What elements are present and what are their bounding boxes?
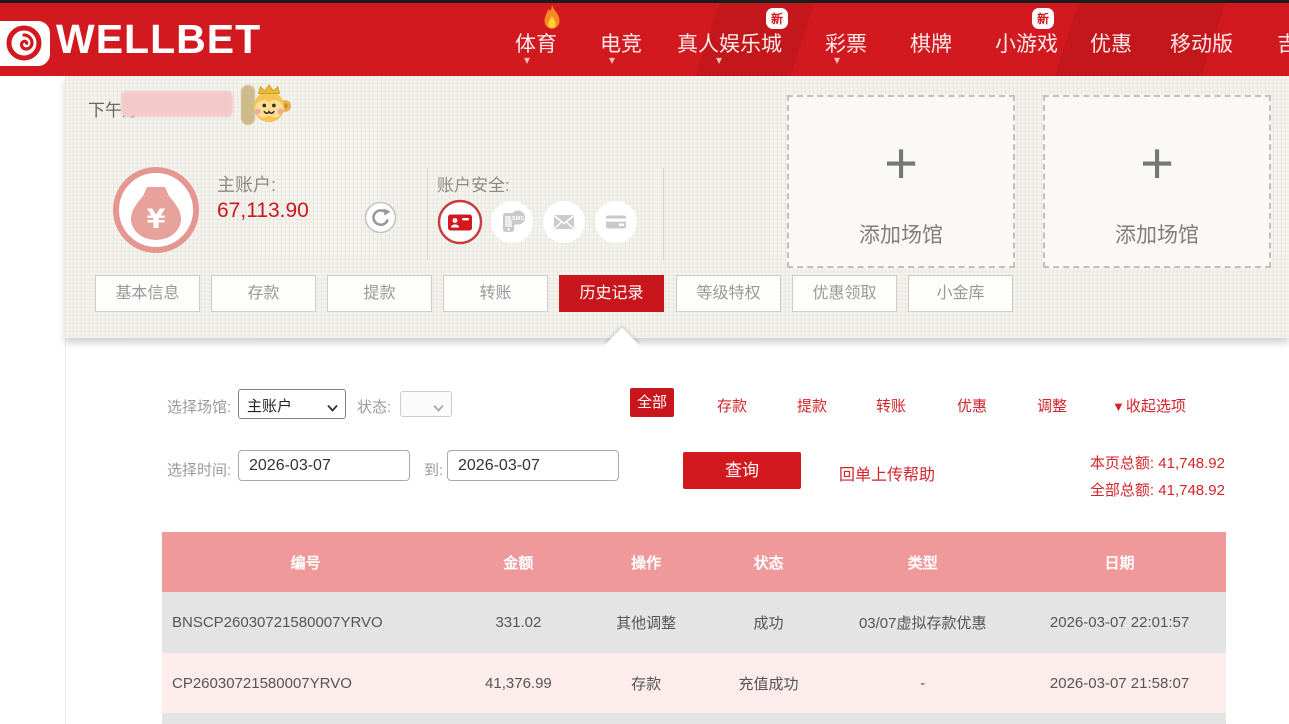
cell-status: 充值成功 <box>705 653 833 713</box>
divider <box>65 338 66 724</box>
col-header-id: 编号 <box>162 532 449 592</box>
plus-icon: + <box>789 135 1013 193</box>
col-header-type: 类型 <box>832 532 1013 592</box>
cell-type: - <box>832 653 1013 713</box>
venue-select[interactable]: 主账户 <box>238 389 346 419</box>
brand-wordmark[interactable]: WELLBET <box>56 16 261 63</box>
tab-deposit[interactable]: 存款 <box>211 275 316 312</box>
type-tab-withdraw[interactable]: 提款 <box>797 395 827 416</box>
account-panel: 下午好 ¥ <box>65 76 1289 338</box>
plus-icon: + <box>1045 135 1269 193</box>
table-row: BNSCP26030721580007YRVO 331.02 其他调整 成功 0… <box>162 592 1226 653</box>
col-header-operation: 操作 <box>588 532 705 592</box>
venue-select-value: 主账户 <box>247 395 292 416</box>
new-badge: 新 <box>766 8 788 29</box>
money-bag-icon: ¥ <box>112 166 200 259</box>
nav-item-clipped[interactable]: 吉 <box>1277 28 1289 58</box>
cell-amount: 41,376.99 <box>449 653 587 713</box>
bank-card-icon[interactable] <box>593 199 639 250</box>
type-tab-adjust[interactable]: 调整 <box>1037 395 1067 416</box>
username-redaction <box>121 91 233 117</box>
date-from-input[interactable]: 2026-03-07 <box>238 450 410 481</box>
add-venue-box[interactable]: + 添加场馆 <box>1043 95 1271 268</box>
wellbet-logo-icon[interactable] <box>0 21 50 66</box>
cell-id: CP26030721580007YRVO <box>162 653 449 713</box>
page-total: 本页总额: 41,748.92 <box>1000 450 1225 477</box>
totals-block: 本页总额: 41,748.92 全部总额: 41,748.92 <box>1000 450 1225 504</box>
cell-date: 2026-03-07 22:01:57 <box>1013 592 1226 653</box>
new-badge: 新 <box>1032 8 1054 29</box>
email-icon[interactable] <box>541 199 587 250</box>
date-to-input[interactable]: 2026-03-07 <box>447 450 619 481</box>
nav-item-promotions[interactable]: 优惠 <box>1090 28 1132 58</box>
page: WELLBET 体育 电竞 真人娱乐城 彩票 棋牌 小游戏 优惠 移动版 吉 ▾… <box>0 0 1289 724</box>
add-venue-label: 添加场馆 <box>1045 219 1269 249</box>
type-tab-promo[interactable]: 优惠 <box>957 395 987 416</box>
nav-item-mini-games[interactable]: 小游戏 <box>995 28 1058 58</box>
chevron-down-icon <box>433 399 444 416</box>
cell-operation: 存款 <box>588 653 705 713</box>
chevron-down-icon: ▾ <box>834 53 840 67</box>
cell-id: BNSCP26030721580007YRVO <box>162 592 449 653</box>
tab-vip-privileges[interactable]: 等级特权 <box>676 275 781 312</box>
tab-history-active[interactable]: 历史记录 <box>559 275 664 312</box>
cell-status: 成功 <box>705 592 833 653</box>
main-account-label: 主账户: <box>217 171 276 197</box>
collapse-options-label: 收起选项 <box>1126 398 1186 415</box>
top-nav-bar: WELLBET 体育 电竞 真人娱乐城 彩票 棋牌 小游戏 优惠 移动版 吉 ▾… <box>0 0 1289 76</box>
type-tab-all-active[interactable]: 全部 <box>630 388 674 417</box>
id-card-verified-icon[interactable] <box>437 199 483 250</box>
tab-promo-claim[interactable]: 优惠领取 <box>792 275 897 312</box>
nav-item-sports[interactable]: 体育 <box>515 28 557 58</box>
nav-item-lottery[interactable]: 彩票 <box>825 28 867 58</box>
chevron-down-icon: ▾ <box>609 53 615 67</box>
venue-filter-label: 选择场馆: <box>167 396 231 417</box>
chevron-down-icon: ▾ <box>716 53 722 67</box>
table-row-partial <box>162 713 1226 724</box>
all-total: 全部总额: 41,748.92 <box>1000 477 1225 504</box>
receipt-upload-help-link[interactable]: 回单上传帮助 <box>839 461 935 485</box>
sms-phone-icon[interactable]: SMS <box>489 199 535 250</box>
type-tab-transfer[interactable]: 转账 <box>876 395 906 416</box>
nav-item-live-casino[interactable]: 真人娱乐城 <box>677 28 782 58</box>
divider <box>427 168 428 260</box>
svg-text:SMS: SMS <box>512 216 524 222</box>
col-header-amount: 金额 <box>449 532 587 592</box>
account-security-label: 账户安全: <box>437 171 510 196</box>
nav-item-mobile[interactable]: 移动版 <box>1170 28 1233 58</box>
time-filter-label: 选择时间: <box>167 459 231 480</box>
history-table: 编号 金额 操作 状态 类型 日期 BNSCP26030721580007YRV… <box>162 532 1226 724</box>
top-dark-strip <box>0 0 1289 3</box>
chevron-down-icon: ▾ <box>524 53 530 67</box>
status-select[interactable] <box>400 391 452 417</box>
chevron-down-icon <box>327 399 338 416</box>
svg-text:¥: ¥ <box>147 204 166 235</box>
cell-type: 03/07虚拟存款优惠 <box>832 592 1013 653</box>
collapse-options-link[interactable]: ▼收起选项 <box>1112 395 1186 416</box>
cell-amount: 331.02 <box>449 592 587 653</box>
query-button[interactable]: 查询 <box>683 452 801 489</box>
table-header-row: 编号 金额 操作 状态 类型 日期 <box>162 532 1226 592</box>
triangle-down-icon: ▼ <box>1112 399 1125 414</box>
cell-operation: 其他调整 <box>588 592 705 653</box>
account-balance: 67,113.90 <box>217 199 309 223</box>
monkey-emoji-icon <box>248 81 294 132</box>
tab-vault[interactable]: 小金库 <box>908 275 1013 312</box>
tab-basic-info[interactable]: 基本信息 <box>95 275 200 312</box>
nav-item-esports[interactable]: 电竞 <box>600 28 642 58</box>
col-header-date: 日期 <box>1013 532 1226 592</box>
to-label: 到: <box>424 459 443 480</box>
col-header-status: 状态 <box>705 532 833 592</box>
refresh-balance-button[interactable] <box>364 201 397 239</box>
cell-date: 2026-03-07 21:58:07 <box>1013 653 1226 713</box>
table-row: CP26030721580007YRVO 41,376.99 存款 充值成功 -… <box>162 653 1226 713</box>
status-filter-label: 状态: <box>357 396 391 417</box>
tab-transfer[interactable]: 转账 <box>443 275 548 312</box>
divider <box>663 168 664 260</box>
tab-withdraw[interactable]: 提款 <box>327 275 432 312</box>
add-venue-box[interactable]: + 添加场馆 <box>787 95 1015 268</box>
add-venue-label: 添加场馆 <box>789 219 1013 249</box>
nav-item-board-games[interactable]: 棋牌 <box>910 28 952 58</box>
type-tab-deposit[interactable]: 存款 <box>717 395 747 416</box>
